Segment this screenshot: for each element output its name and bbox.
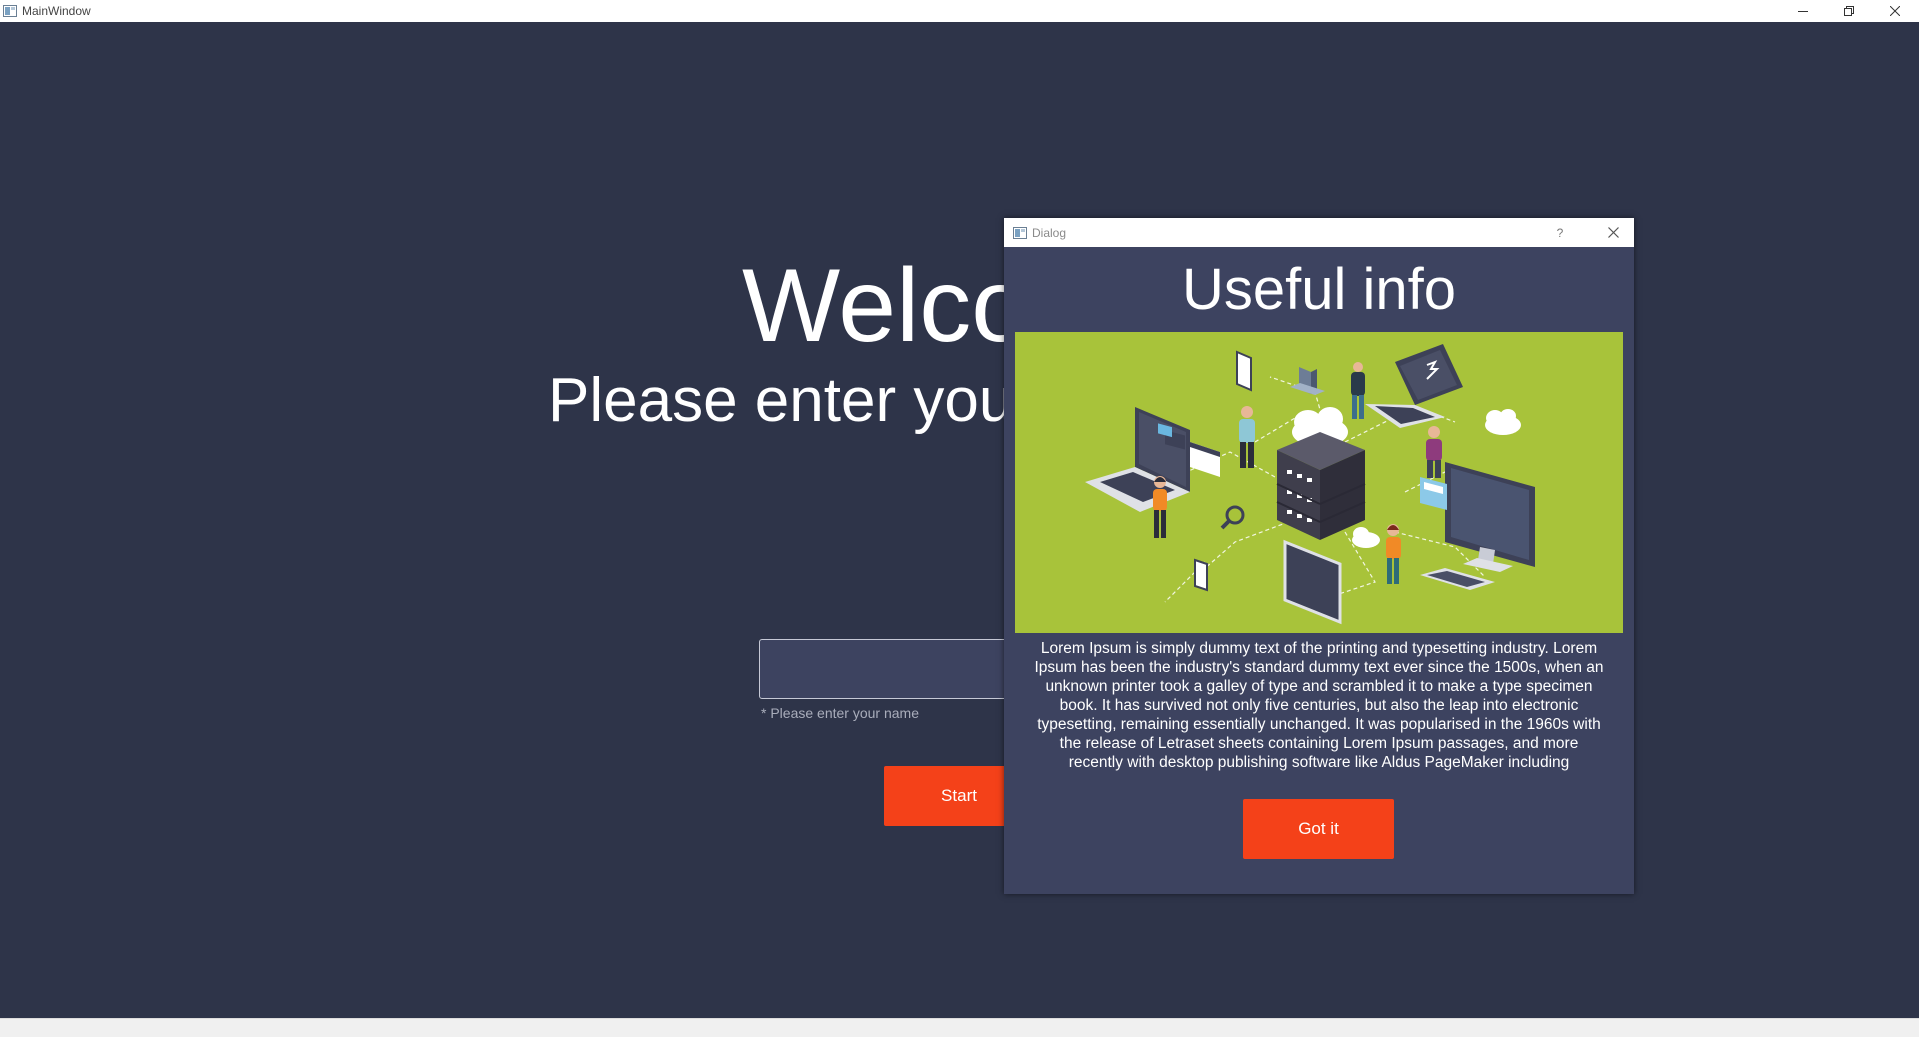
dialog-window-icon — [1013, 226, 1027, 239]
app-window-icon — [3, 5, 17, 17]
main-window-titlebar: MainWindow — [0, 0, 1919, 22]
close-icon — [1607, 227, 1619, 238]
status-bar — [0, 1018, 1919, 1037]
help-button[interactable]: ? — [1549, 218, 1571, 247]
restore-button[interactable] — [1826, 0, 1872, 22]
restore-icon — [1844, 6, 1854, 16]
useful-info-dialog: Dialog ? Useful info Lorem Ipsum is simp… — [1004, 218, 1634, 894]
name-prompt-heading: Please enter your — [548, 366, 1034, 435]
name-hint: * Please enter your name — [761, 705, 919, 721]
welcome-heading: Welco — [742, 248, 1030, 364]
illustration-graphic — [1085, 344, 1535, 625]
dialog-body-text: Lorem Ipsum is simply dummy text of the … — [1034, 640, 1604, 771]
minimize-button[interactable] — [1780, 0, 1826, 22]
dialog-titlebar: Dialog ? — [1004, 218, 1634, 247]
dialog-close-button[interactable] — [1600, 218, 1626, 247]
got-it-button[interactable]: Got it — [1243, 799, 1394, 859]
close-icon — [1890, 6, 1900, 16]
minimize-icon — [1798, 11, 1808, 12]
isometric-network-illustration — [1015, 332, 1623, 633]
dialog-title: Dialog — [1032, 225, 1067, 240]
close-window-button[interactable] — [1872, 0, 1918, 22]
main-window-title: MainWindow — [22, 4, 91, 18]
dialog-heading: Useful info — [1181, 257, 1457, 322]
